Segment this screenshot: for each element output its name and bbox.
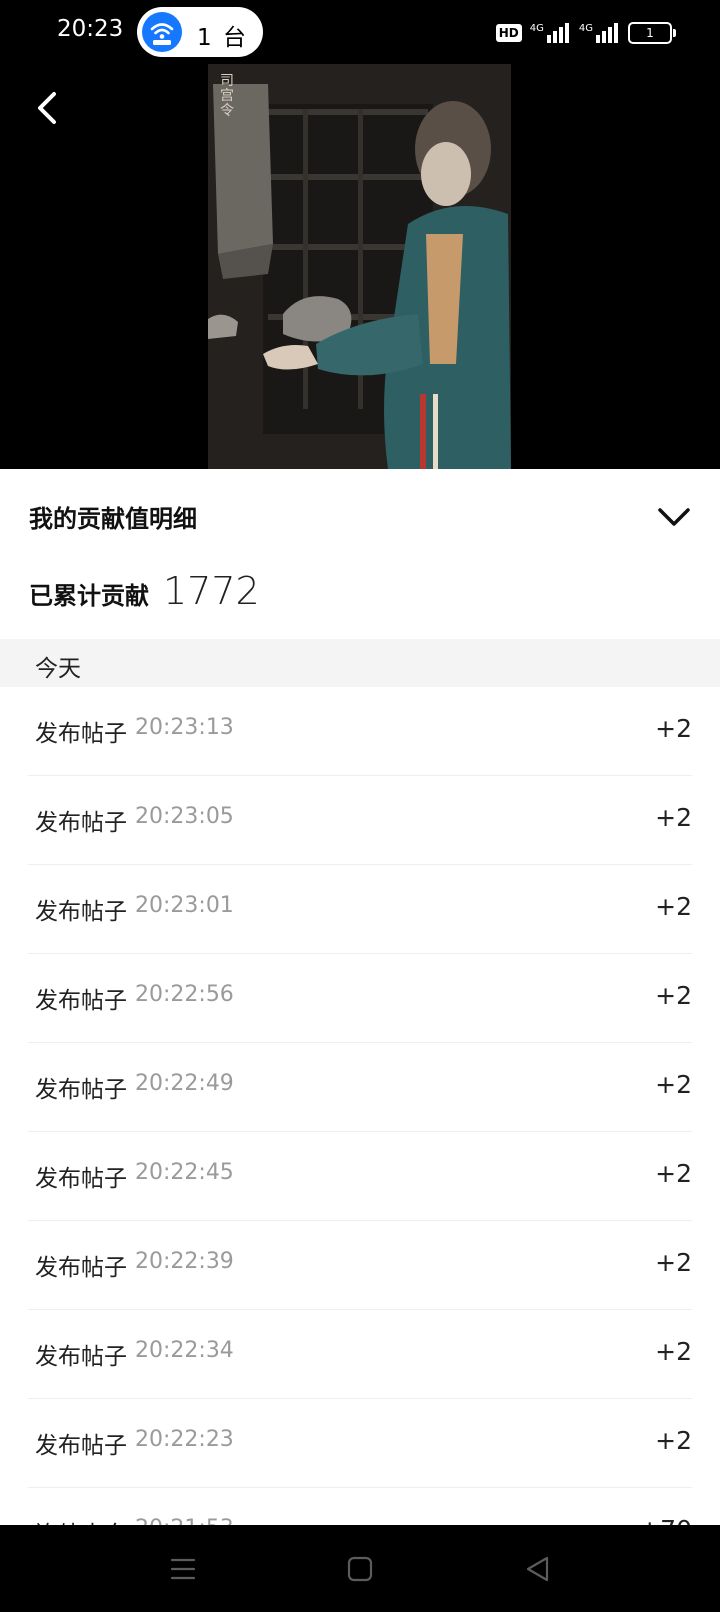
record-row: 发布帖子 20:22:39 +2 xyxy=(28,1221,692,1310)
record-time: 20:23:05 xyxy=(135,804,234,829)
record-row: 连续表白 20:21:53 +70 xyxy=(28,1488,692,1525)
record-row: 发布帖子 20:23:05 +2 xyxy=(28,776,692,865)
hotspot-device-count: 1 台 xyxy=(197,25,248,51)
video-scene-image xyxy=(208,64,511,469)
record-type: 发布帖子 xyxy=(35,1255,127,1281)
record-points: +2 xyxy=(655,1159,692,1188)
hd-voice-badge: HD xyxy=(495,24,522,42)
record-type: 发布帖子 xyxy=(35,988,127,1014)
record-points: +2 xyxy=(655,892,692,921)
record-time: 20:22:39 xyxy=(135,1249,234,1274)
home-button[interactable] xyxy=(342,1551,378,1587)
record-row: 发布帖子 20:22:45 +2 xyxy=(28,1132,692,1221)
signal-1-icon: 4G xyxy=(530,23,571,43)
panel-title: 我的贡献值明细 xyxy=(29,505,197,533)
battery-level: 1 xyxy=(646,26,654,40)
back-triangle-icon xyxy=(526,1556,549,1582)
battery-icon: 1 xyxy=(628,22,676,44)
section-header-today: 今天 xyxy=(0,639,720,687)
system-navigation-bar xyxy=(0,1525,720,1612)
chevron-down-icon xyxy=(658,508,690,526)
record-type: 发布帖子 xyxy=(35,1077,127,1103)
record-type: 连续表白 xyxy=(35,1515,127,1525)
record-time: 20:22:49 xyxy=(135,1071,234,1096)
record-points: +2 xyxy=(655,803,692,832)
record-points: +2 xyxy=(655,981,692,1010)
menu-icon xyxy=(170,1558,196,1580)
record-time: 20:22:23 xyxy=(135,1427,234,1452)
back-nav-button[interactable] xyxy=(520,1551,556,1587)
record-list[interactable]: 发布帖子 20:23:13 +2 发布帖子 20:23:05 +2 发布帖子 20:23:01… xyxy=(0,687,720,1525)
contribution-detail-panel: 我的贡献值明细 已累计贡献 1772 今天 发布帖子 20:23:13 +2 发布帖子… xyxy=(0,469,720,1525)
network-type-1: 4G xyxy=(529,23,544,34)
status-time: 20:23 xyxy=(57,16,124,42)
record-type: 发布帖子 xyxy=(35,810,127,836)
record-points: +2 xyxy=(655,1337,692,1366)
signal-2-icon: 4G xyxy=(579,23,620,43)
status-bar: 20:23 1 台 HD 4G 4G 1 xyxy=(0,0,720,64)
record-time: 20:22:45 xyxy=(135,1160,234,1185)
total-value: 1772 xyxy=(163,569,260,613)
chevron-left-icon xyxy=(38,92,56,124)
record-row: 发布帖子 20:22:56 +2 xyxy=(28,954,692,1043)
video-watermark: 司宫令 xyxy=(220,73,234,119)
record-row: 发布帖子 20:23:13 +2 xyxy=(28,687,692,776)
record-points: +2 xyxy=(655,1426,692,1455)
wifi-hotspot-icon xyxy=(142,12,182,52)
record-type: 发布帖子 xyxy=(35,1344,127,1370)
record-type: 发布帖子 xyxy=(35,899,127,925)
record-row: 发布帖子 20:22:23 +2 xyxy=(28,1399,692,1488)
record-time: 20:21:53 xyxy=(135,1516,234,1525)
status-indicators: HD 4G 4G 1 xyxy=(495,20,676,46)
record-points: +2 xyxy=(655,714,692,743)
home-icon xyxy=(347,1556,373,1582)
record-row: 发布帖子 20:22:49 +2 xyxy=(28,1043,692,1132)
record-points: +2 xyxy=(655,1248,692,1277)
back-button[interactable] xyxy=(28,86,72,130)
record-time: 20:23:01 xyxy=(135,893,234,918)
record-points: +2 xyxy=(655,1070,692,1099)
video-frame: 司宫令 xyxy=(208,64,511,469)
video-player[interactable]: 司宫令 xyxy=(0,64,720,469)
menu-button[interactable] xyxy=(165,1551,201,1587)
record-type: 发布帖子 xyxy=(35,1166,127,1192)
collapse-button[interactable] xyxy=(654,497,694,537)
record-type: 发布帖子 xyxy=(35,1433,127,1459)
record-type: 发布帖子 xyxy=(35,721,127,747)
network-type-2: 4G xyxy=(578,23,593,34)
total-contribution: 已累计贡献 1772 xyxy=(29,569,260,613)
section-label: 今天 xyxy=(35,656,81,682)
record-row: 发布帖子 20:23:01 +2 xyxy=(28,865,692,954)
record-time: 20:22:56 xyxy=(135,982,234,1007)
record-time: 20:23:13 xyxy=(135,715,234,740)
total-label: 已累计贡献 xyxy=(29,582,149,610)
hotspot-pill[interactable]: 1 台 xyxy=(137,7,263,57)
record-time: 20:22:34 xyxy=(135,1338,234,1363)
record-points: +70 xyxy=(639,1515,692,1525)
record-row: 发布帖子 20:22:34 +2 xyxy=(28,1310,692,1399)
